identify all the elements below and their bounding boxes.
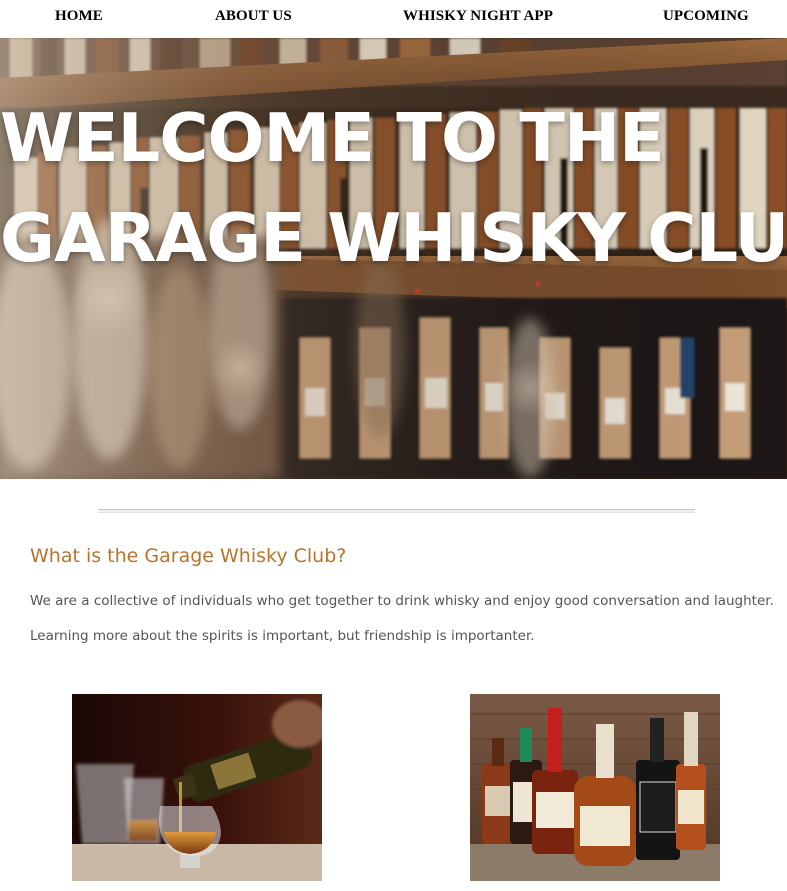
intro-paragraph-1: We are a collective of individuals who g… bbox=[30, 593, 774, 609]
hero-title-line-2: GARAGE WHISKY CLUB bbox=[0, 199, 787, 277]
hero-title-line-1: WELCOME TO THE bbox=[0, 99, 665, 177]
nav-upcoming-link[interactable]: UPCOMING bbox=[663, 8, 749, 25]
whisky-pour-photo bbox=[72, 694, 322, 881]
bourbon-bottles-photo bbox=[470, 694, 720, 881]
intro-heading: What is the Garage Whisky Club? bbox=[30, 545, 347, 567]
top-navigation: HOME ABOUT US WHISKY NIGHT APP UPCOMING bbox=[0, 0, 787, 38]
section-divider bbox=[98, 509, 695, 513]
intro-paragraph-2: Learning more about the spirits is impor… bbox=[30, 628, 535, 644]
nav-about-us-link[interactable]: ABOUT US bbox=[215, 8, 292, 25]
nav-home-link[interactable]: HOME bbox=[55, 8, 103, 25]
nav-whisky-night-app-link[interactable]: WHISKY NIGHT APP bbox=[403, 8, 553, 25]
hero-title: WELCOME TO THE GARAGE WHISKY CLUB bbox=[0, 88, 787, 288]
hero-banner: WELCOME TO THE GARAGE WHISKY CLUB bbox=[0, 38, 787, 479]
